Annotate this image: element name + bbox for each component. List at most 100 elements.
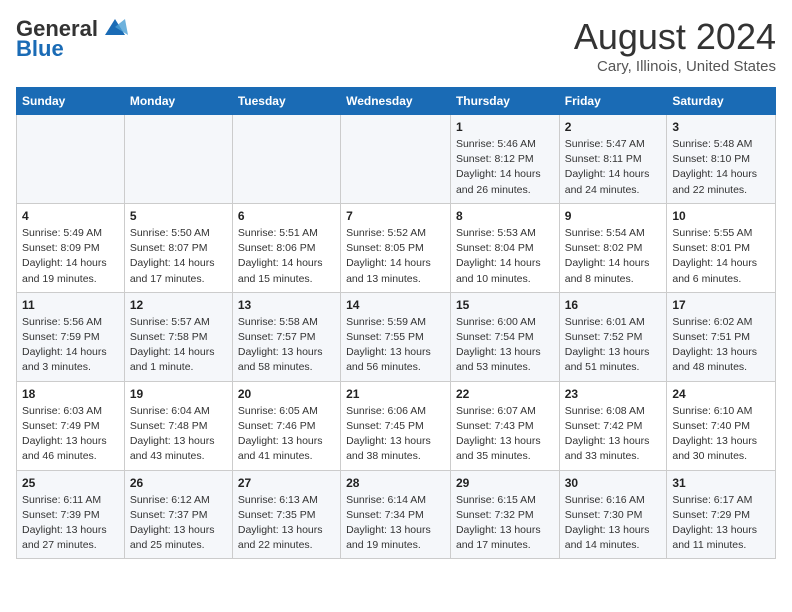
logo-subtext: Blue (16, 36, 64, 62)
calendar-cell: 8Sunrise: 5:53 AM Sunset: 8:04 PM Daylig… (450, 203, 559, 292)
calendar-cell: 7Sunrise: 5:52 AM Sunset: 8:05 PM Daylig… (341, 203, 451, 292)
day-number: 21 (346, 387, 445, 401)
weekday-header-monday: Monday (124, 88, 232, 115)
calendar-cell: 25 Sunrise: 6:11 AM Sunset: 7:39 PM Dayli… (17, 470, 125, 559)
day-info: Sunrise: 6:07 AM Sunset: 7:43 PM Dayligh… (456, 404, 554, 465)
calendar-cell: 9 Sunrise: 5:54 AM Sunset: 8:02 PM Daylig… (559, 203, 667, 292)
calendar-week-row: 18 Sunrise: 6:03 AM Sunset: 7:49 PM Dayli… (17, 381, 776, 470)
day-info: Sunrise: 6:04 AM Sunset: 7:48 PM Dayligh… (130, 404, 227, 465)
day-info: Sunrise: 6:01 AM Sunset: 7:52 PM Dayligh… (565, 315, 662, 376)
day-info: Sunrise: 5:56 AM Sunset: 7:59 PM Dayligh… (22, 315, 119, 376)
calendar-cell (232, 115, 340, 204)
calendar-week-row: 4 Sunrise: 5:49 AM Sunset: 8:09 PM Daylig… (17, 203, 776, 292)
day-number: 22 (456, 387, 554, 401)
day-info: Sunrise: 5:51 AM Sunset: 8:06 PM Dayligh… (238, 226, 335, 287)
day-info: Sunrise: 5:55 AM Sunset: 8:01 PM Dayligh… (672, 226, 770, 287)
calendar-cell: 18 Sunrise: 6:03 AM Sunset: 7:49 PM Dayli… (17, 381, 125, 470)
calendar-cell: 26 Sunrise: 6:12 AM Sunset: 7:37 PM Dayli… (124, 470, 232, 559)
day-number: 4 (22, 209, 119, 223)
day-number: 27 (238, 476, 335, 490)
calendar-cell (124, 115, 232, 204)
location-title: Cary, Illinois, United States (574, 58, 776, 75)
weekday-header-sunday: Sunday (17, 88, 125, 115)
day-info: Sunrise: 5:58 AM Sunset: 7:57 PM Dayligh… (238, 315, 335, 376)
calendar-cell: 15 Sunrise: 6:00 AM Sunset: 7:54 PM Dayli… (450, 292, 559, 381)
calendar-cell: 30Sunrise: 6:16 AM Sunset: 7:30 PM Dayli… (559, 470, 667, 559)
calendar-cell: 27 Sunrise: 6:13 AM Sunset: 7:35 PM Dayli… (232, 470, 340, 559)
day-info: Sunrise: 5:57 AM Sunset: 7:58 PM Dayligh… (130, 315, 227, 376)
day-info: Sunrise: 5:52 AM Sunset: 8:05 PM Dayligh… (346, 226, 445, 287)
calendar-week-row: 11 Sunrise: 5:56 AM Sunset: 7:59 PM Dayli… (17, 292, 776, 381)
day-info: Sunrise: 6:10 AM Sunset: 7:40 PM Dayligh… (672, 404, 770, 465)
day-number: 13 (238, 298, 335, 312)
day-number: 1 (456, 120, 554, 134)
calendar-cell (341, 115, 451, 204)
day-info: Sunrise: 5:47 AM Sunset: 8:11 PM Dayligh… (565, 137, 662, 198)
day-info: Sunrise: 6:13 AM Sunset: 7:35 PM Dayligh… (238, 493, 335, 554)
day-number: 9 (565, 209, 662, 223)
calendar-cell: 20 Sunrise: 6:05 AM Sunset: 7:46 PM Dayli… (232, 381, 340, 470)
calendar-table: SundayMondayTuesdayWednesdayThursdayFrid… (16, 87, 776, 559)
calendar-title-area: August 2024 Cary, Illinois, United State… (574, 16, 776, 75)
day-info: Sunrise: 6:17 AM Sunset: 7:29 PM Dayligh… (672, 493, 770, 554)
calendar-cell: 21Sunrise: 6:06 AM Sunset: 7:45 PM Dayli… (341, 381, 451, 470)
calendar-cell: 10Sunrise: 5:55 AM Sunset: 8:01 PM Dayli… (667, 203, 776, 292)
day-number: 8 (456, 209, 554, 223)
day-info: Sunrise: 5:59 AM Sunset: 7:55 PM Dayligh… (346, 315, 445, 376)
day-number: 30 (565, 476, 662, 490)
calendar-cell (17, 115, 125, 204)
calendar-cell: 16 Sunrise: 6:01 AM Sunset: 7:52 PM Dayli… (559, 292, 667, 381)
day-number: 12 (130, 298, 227, 312)
day-number: 31 (672, 476, 770, 490)
day-number: 18 (22, 387, 119, 401)
day-info: Sunrise: 5:46 AM Sunset: 8:12 PM Dayligh… (456, 137, 554, 198)
day-info: Sunrise: 5:54 AM Sunset: 8:02 PM Dayligh… (565, 226, 662, 287)
day-info: Sunrise: 6:00 AM Sunset: 7:54 PM Dayligh… (456, 315, 554, 376)
day-number: 24 (672, 387, 770, 401)
day-info: Sunrise: 6:15 AM Sunset: 7:32 PM Dayligh… (456, 493, 554, 554)
day-number: 17 (672, 298, 770, 312)
day-number: 25 (22, 476, 119, 490)
calendar-cell: 14 Sunrise: 5:59 AM Sunset: 7:55 PM Dayli… (341, 292, 451, 381)
weekday-header-tuesday: Tuesday (232, 88, 340, 115)
calendar-cell: 24 Sunrise: 6:10 AM Sunset: 7:40 PM Dayli… (667, 381, 776, 470)
calendar-cell: 13 Sunrise: 5:58 AM Sunset: 7:57 PM Dayli… (232, 292, 340, 381)
day-info: Sunrise: 5:48 AM Sunset: 8:10 PM Dayligh… (672, 137, 770, 198)
day-number: 3 (672, 120, 770, 134)
calendar-cell: 31 Sunrise: 6:17 AM Sunset: 7:29 PM Dayli… (667, 470, 776, 559)
day-info: Sunrise: 5:50 AM Sunset: 8:07 PM Dayligh… (130, 226, 227, 287)
calendar-week-row: 25 Sunrise: 6:11 AM Sunset: 7:39 PM Dayli… (17, 470, 776, 559)
weekday-header-thursday: Thursday (450, 88, 559, 115)
day-number: 19 (130, 387, 227, 401)
day-number: 23 (565, 387, 662, 401)
calendar-cell: 3 Sunrise: 5:48 AM Sunset: 8:10 PM Daylig… (667, 115, 776, 204)
day-info: Sunrise: 6:12 AM Sunset: 7:37 PM Dayligh… (130, 493, 227, 554)
day-info: Sunrise: 6:11 AM Sunset: 7:39 PM Dayligh… (22, 493, 119, 554)
day-number: 2 (565, 120, 662, 134)
weekday-header-saturday: Saturday (667, 88, 776, 115)
calendar-cell: 6Sunrise: 5:51 AM Sunset: 8:06 PM Daylig… (232, 203, 340, 292)
day-info: Sunrise: 6:08 AM Sunset: 7:42 PM Dayligh… (565, 404, 662, 465)
weekday-header-wednesday: Wednesday (341, 88, 451, 115)
day-number: 20 (238, 387, 335, 401)
day-info: Sunrise: 6:05 AM Sunset: 7:46 PM Dayligh… (238, 404, 335, 465)
day-number: 16 (565, 298, 662, 312)
calendar-cell: 11 Sunrise: 5:56 AM Sunset: 7:59 PM Dayli… (17, 292, 125, 381)
calendar-cell: 22 Sunrise: 6:07 AM Sunset: 7:43 PM Dayli… (450, 381, 559, 470)
day-number: 11 (22, 298, 119, 312)
day-number: 15 (456, 298, 554, 312)
day-info: Sunrise: 5:49 AM Sunset: 8:09 PM Dayligh… (22, 226, 119, 287)
calendar-cell: 12 Sunrise: 5:57 AM Sunset: 7:58 PM Dayli… (124, 292, 232, 381)
page-header: General Blue August 2024 Cary, Illinois,… (16, 16, 776, 75)
weekday-header-friday: Friday (559, 88, 667, 115)
calendar-header-row: SundayMondayTuesdayWednesdayThursdayFrid… (17, 88, 776, 115)
logo: General Blue (16, 16, 130, 62)
logo-icon (100, 17, 130, 37)
day-info: Sunrise: 6:14 AM Sunset: 7:34 PM Dayligh… (346, 493, 445, 554)
day-info: Sunrise: 6:03 AM Sunset: 7:49 PM Dayligh… (22, 404, 119, 465)
day-number: 14 (346, 298, 445, 312)
day-number: 26 (130, 476, 227, 490)
calendar-cell: 19 Sunrise: 6:04 AM Sunset: 7:48 PM Dayli… (124, 381, 232, 470)
calendar-cell: 29Sunrise: 6:15 AM Sunset: 7:32 PM Dayli… (450, 470, 559, 559)
day-number: 28 (346, 476, 445, 490)
